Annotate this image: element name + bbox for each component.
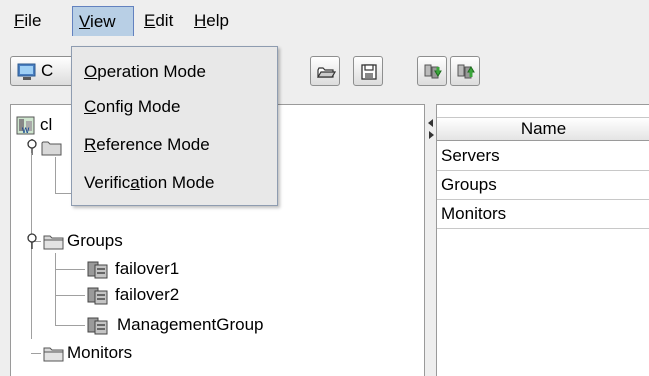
menu-item-text: eference Mode <box>96 135 210 154</box>
expand-handle-icon[interactable] <box>25 139 39 155</box>
collapse-handle-icon[interactable] <box>25 233 39 249</box>
tree-root-label: cl <box>40 115 53 134</box>
menu-file-mnemonic: F <box>14 11 25 30</box>
menu-item-text: onfig Mode <box>96 97 181 116</box>
open-folder-icon <box>316 67 336 78</box>
menu-file[interactable]: File <box>8 6 47 36</box>
open-button[interactable] <box>310 56 340 86</box>
splitter[interactable] <box>425 104 436 376</box>
tree-node-label: ManagementGroup <box>117 315 264 334</box>
table-row[interactable]: Groups <box>437 171 649 200</box>
menu-view-label: iew <box>90 12 116 31</box>
mode-combo-button[interactable]: C <box>10 56 80 86</box>
menu-help[interactable]: Help <box>188 6 235 36</box>
menu-item-operation-mode[interactable]: Operation Mode <box>84 57 206 87</box>
menu-file-label: ile <box>24 11 42 30</box>
tree-node-label: failover2 <box>115 285 180 304</box>
cluster-down-icon <box>424 64 442 79</box>
menu-view[interactable]: View <box>72 6 134 36</box>
menu-help-mnemonic: H <box>194 11 207 30</box>
menu-bar: File View Edit Help <box>0 0 649 42</box>
group-icon <box>87 287 108 305</box>
menu-edit[interactable]: Edit <box>138 6 179 36</box>
menu-item-mnemonic: C <box>84 97 97 116</box>
collapse-right-icon[interactable] <box>427 130 435 140</box>
cluster-up-icon <box>457 64 475 79</box>
menu-item-reference-mode[interactable]: Reference Mode <box>84 130 210 160</box>
menu-item-text: Verific <box>84 173 131 192</box>
menu-edit-label: dit <box>155 11 174 30</box>
tree-root[interactable]: w cl <box>16 113 76 137</box>
menu-view-mnemonic: V <box>79 12 91 31</box>
save-button[interactable] <box>353 56 383 86</box>
menu-item-verification-mode[interactable]: Verification Mode <box>84 168 214 198</box>
table-row[interactable]: Servers <box>437 142 649 171</box>
folder-icon <box>43 235 64 250</box>
monitor-icon <box>17 63 36 80</box>
cluster-upload-button[interactable] <box>450 56 480 86</box>
menu-item-mnemonic: R <box>84 135 97 154</box>
menu-item-mnemonic: a <box>130 173 140 192</box>
menu-help-label: elp <box>206 11 229 30</box>
menu-item-config-mode[interactable]: Config Mode <box>84 92 180 122</box>
svg-text:w: w <box>21 125 30 136</box>
table-row[interactable]: Monitors <box>437 200 649 229</box>
menu-item-text: tion Mode <box>139 173 215 192</box>
mode-combo-text: C <box>41 61 54 80</box>
table-panel: Name Servers Groups Monitors <box>436 104 649 376</box>
view-menu-dropdown: Operation Mode Config Mode Reference Mod… <box>71 46 278 206</box>
menu-item-mnemonic: O <box>84 62 98 81</box>
group-icon <box>87 261 108 279</box>
column-header-name[interactable]: Name <box>437 117 649 141</box>
servers-folder-icon <box>41 141 62 156</box>
menu-item-text: peration Mode <box>97 62 206 81</box>
cluster-root-icon: w <box>16 116 35 136</box>
cluster-download-button[interactable] <box>417 56 447 86</box>
group-icon <box>87 317 108 335</box>
tree-node-label: failover1 <box>115 259 180 278</box>
save-icon <box>361 64 377 80</box>
collapse-left-icon[interactable] <box>427 118 435 128</box>
tree-node-label: Monitors <box>67 343 133 362</box>
folder-icon <box>43 347 64 362</box>
tree-node-label: Groups <box>67 231 123 250</box>
menu-edit-mnemonic: E <box>144 11 156 30</box>
